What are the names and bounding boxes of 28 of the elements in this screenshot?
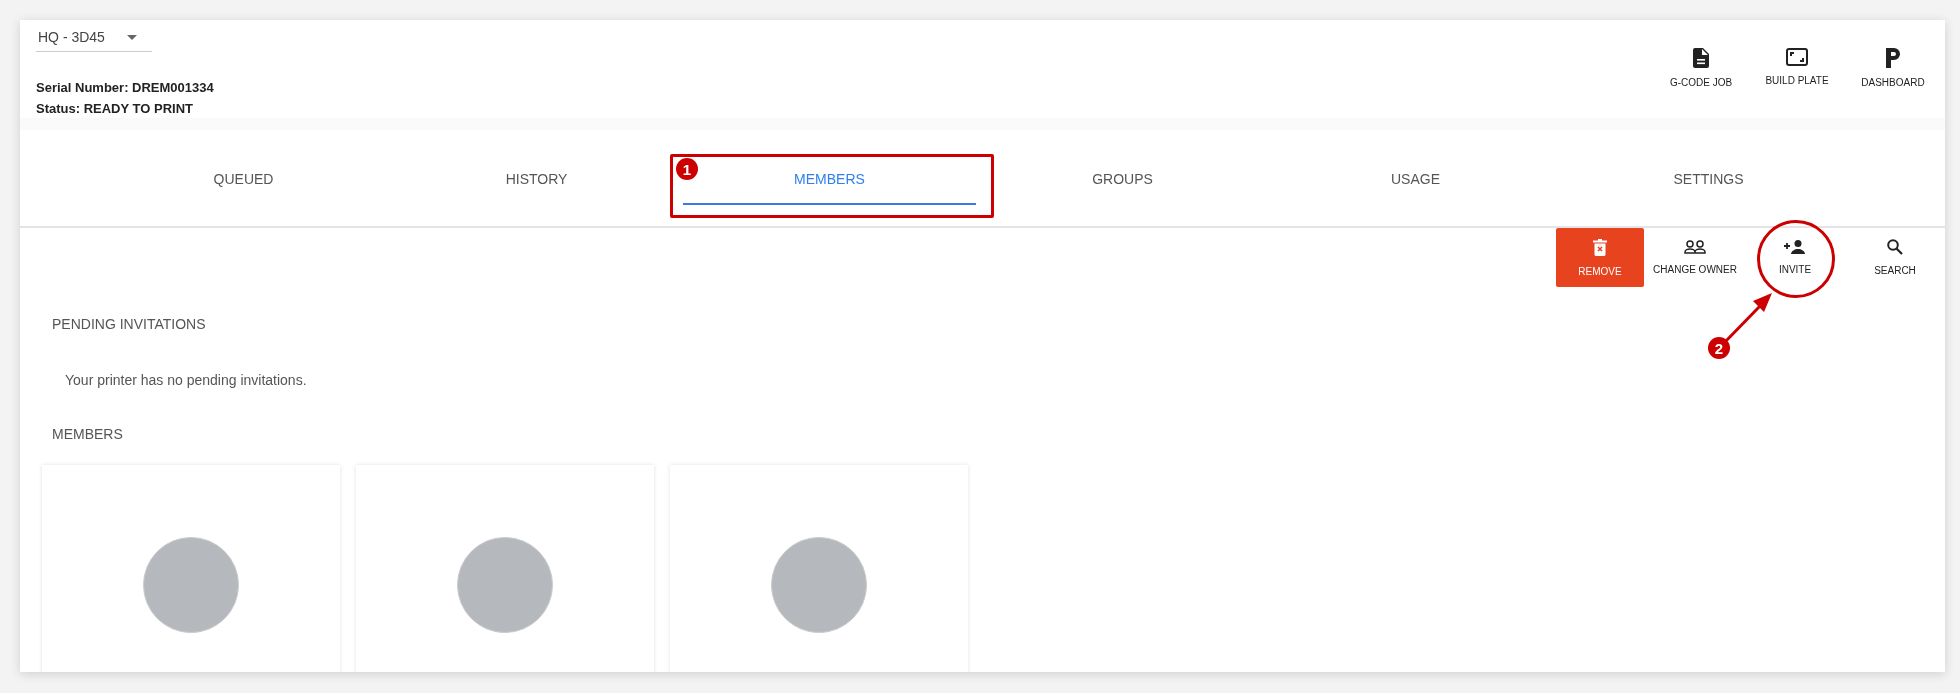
header-action-button[interactable]: DASHBOARD — [1848, 48, 1938, 118]
frame-icon — [1786, 48, 1808, 66]
action-button[interactable]: INVITE — [1746, 228, 1844, 287]
printer-status: Status: READY TO PRINT — [36, 100, 194, 118]
serial-number: Serial Number: DREM001334 — [36, 79, 214, 97]
action-button[interactable]: CHANGE OWNER — [1646, 228, 1744, 287]
header-action-button[interactable]: G-CODE JOB — [1656, 48, 1746, 118]
search-icon — [1887, 239, 1903, 255]
tab[interactable]: GROUPS — [976, 163, 1269, 205]
tab[interactable]: QUEUED — [97, 163, 390, 205]
action-button[interactable]: SEARCH — [1846, 228, 1944, 287]
document-icon — [1693, 48, 1709, 68]
section-heading: PENDING INVITATIONS — [52, 316, 207, 332]
caret-icon — [126, 34, 137, 40]
tab[interactable]: USAGE — [1269, 163, 1562, 205]
remove-button[interactable]: REMOVE — [1556, 228, 1644, 287]
callout-number: 1 — [676, 158, 698, 180]
empty-message: Your printer has no pending invitations. — [65, 372, 308, 388]
tab[interactable]: SETTINGS — [1562, 163, 1855, 205]
callout-number: 2 — [1708, 337, 1730, 359]
printer-select[interactable]: HQ - 3D45 — [36, 25, 152, 52]
callout-arrow — [1723, 292, 1773, 344]
p-logo-icon — [1886, 48, 1900, 68]
people-icon — [1684, 240, 1706, 254]
section-heading: MEMBERS — [52, 426, 124, 442]
add-person-icon — [1784, 240, 1806, 254]
trash-icon — [1593, 238, 1607, 256]
header-action-button[interactable]: BUILD PLATE — [1752, 48, 1842, 118]
